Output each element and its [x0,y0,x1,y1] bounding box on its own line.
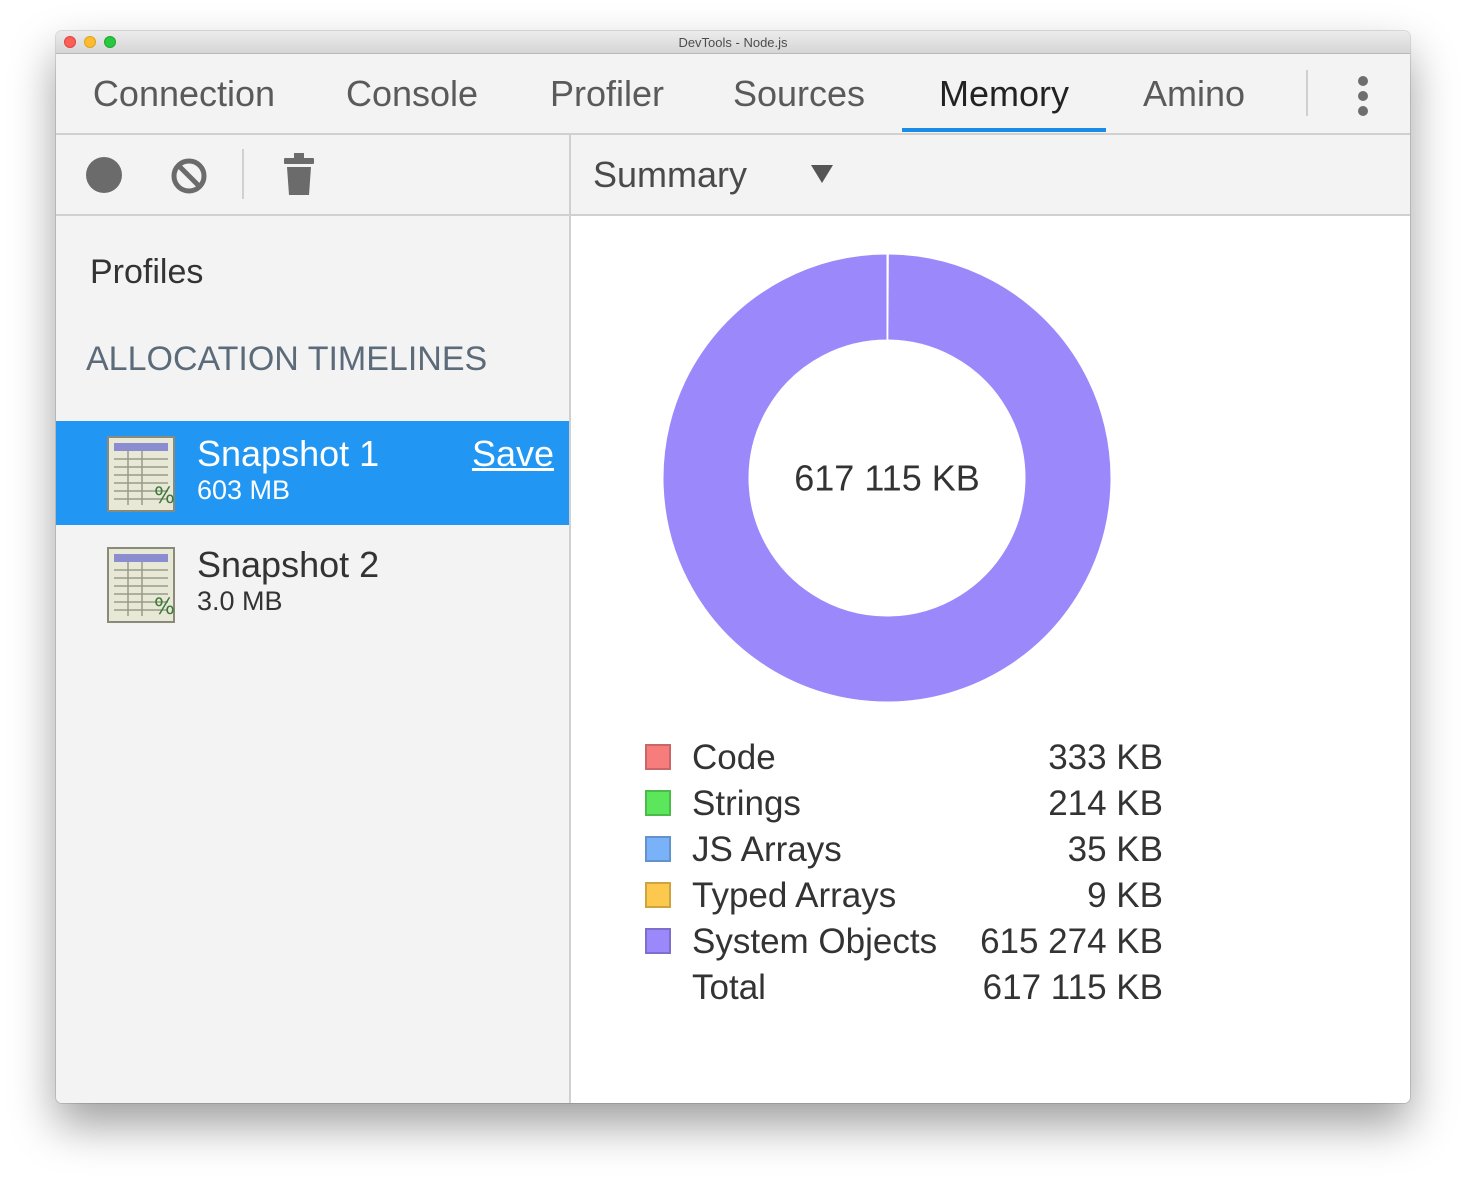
tab-divider [1306,70,1308,116]
profiles-sidebar: Profiles ALLOCATION TIMELINES % Snapshot… [56,216,569,1103]
legend-value: 35 KB [1067,830,1163,869]
svg-text:%: % [154,595,175,620]
snapshot-icon: % [107,436,175,512]
summary-panel: 617 115 KB Code 333 KB Strings 214 KB JS… [571,216,1410,1103]
legend-total-label: Total [692,968,766,1007]
legend-row-total: Total 617 115 KB [643,968,1163,1014]
legend-label: Code [692,738,776,777]
panel-tab-bar: Connection Console Profiler Sources Memo… [56,54,1410,135]
memory-donut-chart: 617 115 KB [662,253,1112,703]
legend-row-js-arrays: JS Arrays 35 KB [643,830,1163,876]
donut-center-label: 617 115 KB [794,458,979,499]
legend-swatch [645,790,671,816]
snapshot-item-1[interactable]: % Snapshot 1 603 MB Save [56,421,569,525]
tab-profiler[interactable]: Profiler [536,54,678,133]
legend-swatch [645,744,671,770]
legend-row-strings: Strings 214 KB [643,784,1163,830]
toolbar-separator [242,149,244,199]
legend-label: JS Arrays [692,830,842,869]
legend-swatch [645,882,671,908]
title-bar: DevTools - Node.js [56,31,1410,54]
record-icon[interactable] [86,157,122,193]
legend-value: 9 KB [1087,876,1163,915]
legend-total-value: 617 115 KB [982,968,1163,1007]
legend-swatch [645,928,671,954]
view-toolbar: Summary [571,135,1410,216]
tab-memory[interactable]: Memory [912,54,1096,133]
devtools-window: DevTools - Node.js Connection Console Pr… [56,31,1410,1103]
legend-value: 333 KB [1048,738,1163,777]
memory-legend: Code 333 KB Strings 214 KB JS Arrays 35 … [643,738,1163,1014]
profiles-toolbar [56,135,569,216]
view-select[interactable]: Summary [593,135,747,214]
section-heading: ALLOCATION TIMELINES [86,340,488,378]
clear-icon[interactable] [170,157,208,195]
tab-sources[interactable]: Sources [720,54,878,133]
legend-row-typed-arrays: Typed Arrays 9 KB [643,876,1163,922]
tab-connection[interactable]: Connection [82,54,286,133]
dropdown-arrow-icon[interactable] [811,165,833,183]
window-title: DevTools - Node.js [678,35,788,50]
snapshot-size: 3.0 MB [197,586,283,616]
legend-row-system-objects: System Objects 615 274 KB [643,922,1163,968]
tab-amino[interactable]: Amino [1128,54,1260,133]
snapshot-icon: % [107,547,175,623]
snapshot-title: Snapshot 2 [197,544,380,585]
legend-row-code: Code 333 KB [643,738,1163,784]
more-options-icon[interactable] [1348,74,1378,118]
snapshot-title: Snapshot 1 [197,433,380,474]
profiles-heading: Profiles [90,253,204,291]
svg-text:%: % [154,484,175,509]
legend-label: Strings [692,784,801,823]
legend-swatch [645,836,671,862]
legend-value: 214 KB [1048,784,1163,823]
tab-console[interactable]: Console [326,54,498,133]
snapshot-item-2[interactable]: % Snapshot 2 3.0 MB [56,532,569,636]
save-snapshot-link[interactable]: Save [472,433,554,475]
legend-value: 615 274 KB [980,922,1163,961]
active-tab-indicator [902,128,1106,132]
snapshot-size: 603 MB [197,475,291,505]
trash-icon[interactable] [284,153,314,197]
